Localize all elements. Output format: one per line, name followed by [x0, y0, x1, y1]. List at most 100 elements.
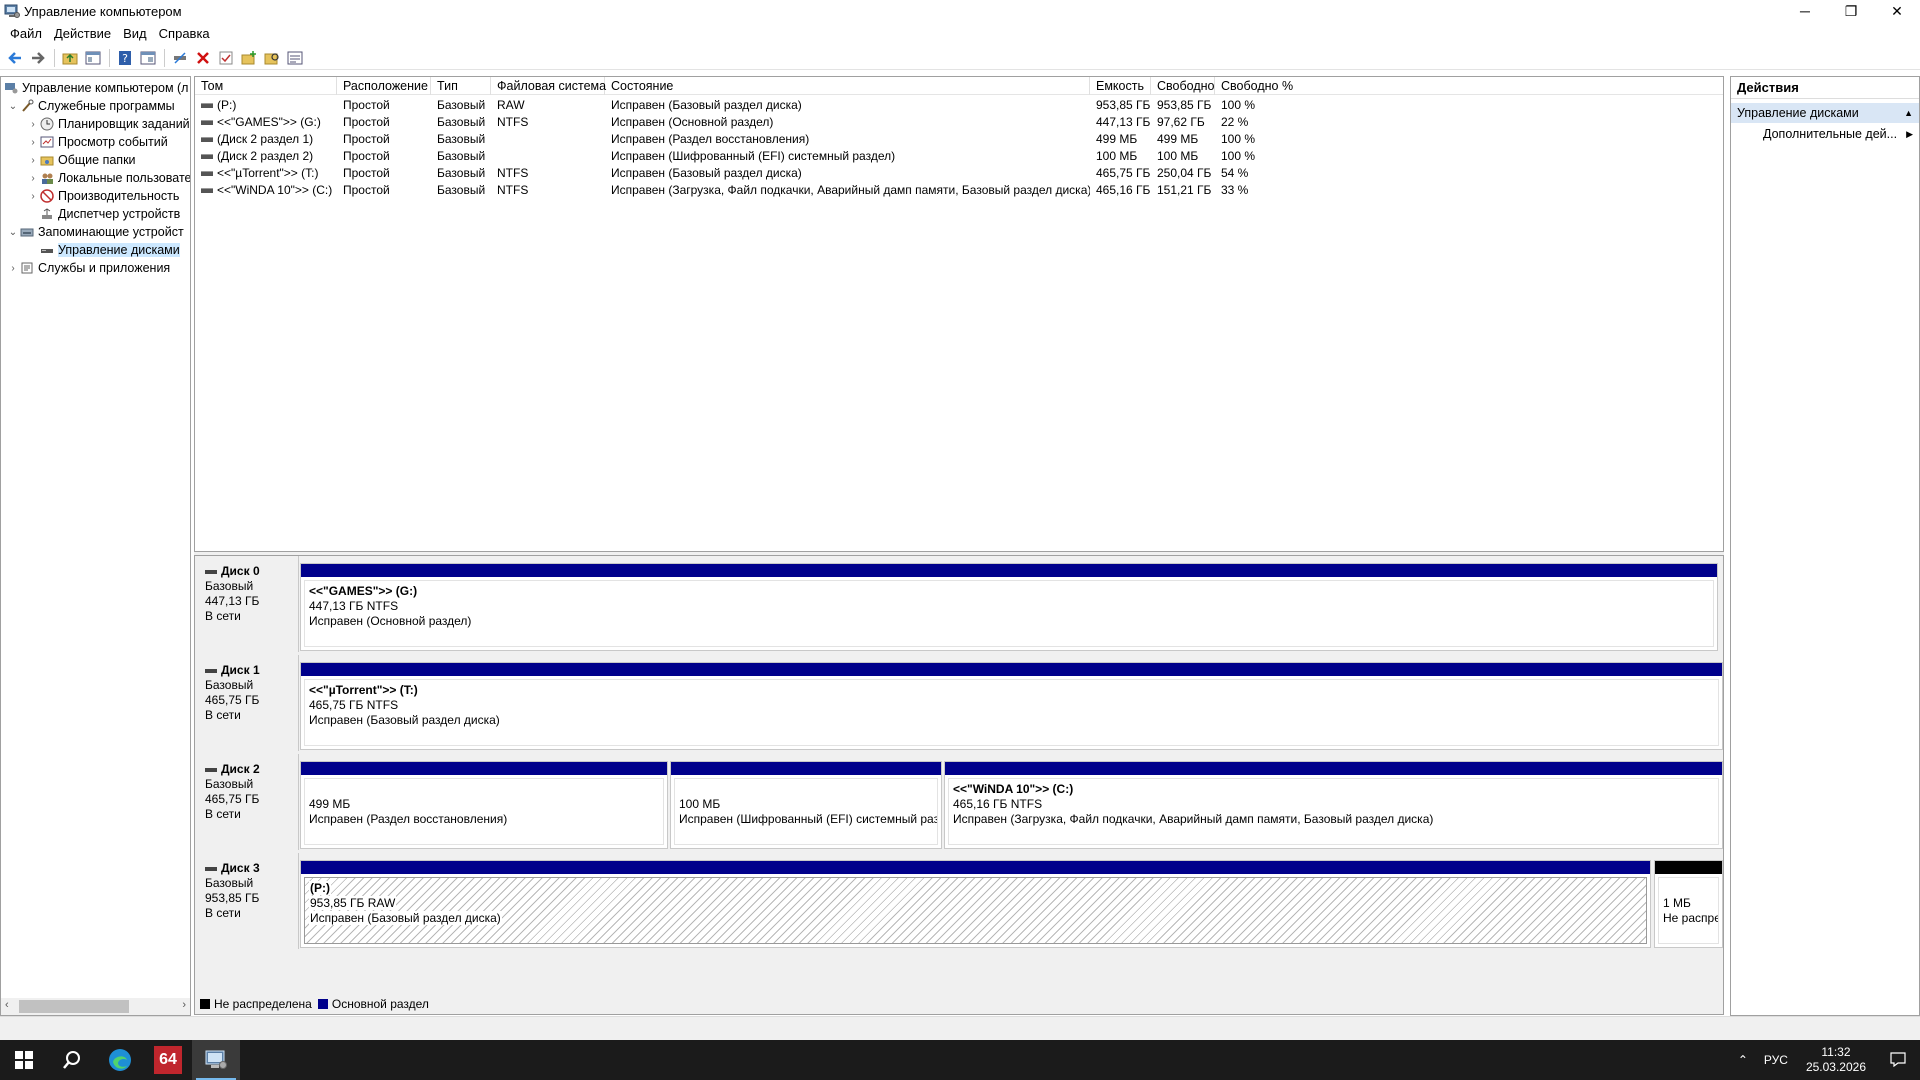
- cell-text: Исправен (Базовый раздел диска): [611, 98, 802, 112]
- cell-volume: (Диск 2 раздел 2): [195, 148, 337, 165]
- chevron-down-icon[interactable]: ⌄: [7, 101, 19, 112]
- notifications-icon[interactable]: [1876, 1051, 1920, 1070]
- unallocated-space[interactable]: 1 МБ Не распре: [1654, 860, 1723, 948]
- cell-free-percent: 22 %: [1215, 114, 1415, 131]
- disk-info[interactable]: Диск 2 Базовый 465,75 ГБ В сети: [195, 754, 299, 850]
- check-icon[interactable]: [215, 47, 237, 69]
- actions-section-disk-management[interactable]: Управление дисками ▲: [1731, 103, 1919, 123]
- cell-filesystem: NTFS: [491, 182, 605, 199]
- cell-free: 953,85 ГБ: [1151, 97, 1215, 114]
- volume-icon: [201, 103, 213, 109]
- aida64-taskbar-button[interactable]: 64: [144, 1040, 192, 1080]
- chevron-right-icon[interactable]: ›: [27, 173, 39, 184]
- disk-row: Диск 3 Базовый 953,85 ГБ В сети (P:) 953…: [195, 853, 1723, 949]
- new-folder-icon[interactable]: [238, 47, 260, 69]
- input-language[interactable]: РУС: [1756, 1053, 1796, 1067]
- chevron-right-icon[interactable]: ›: [27, 155, 39, 166]
- clock[interactable]: 11:32 25.03.2026: [1796, 1045, 1876, 1075]
- cell-text: Базовый: [437, 98, 486, 112]
- table-row[interactable]: (Диск 2 раздел 1) Простой Базовый Исправен …: [195, 131, 1723, 148]
- tree-item-performance[interactable]: › Производительность: [27, 187, 179, 205]
- search-folder-icon[interactable]: [261, 47, 283, 69]
- partition[interactable]: 100 МБ Исправен (Шифрованный (EFI) систе…: [670, 761, 942, 849]
- cell-text: 499 МБ: [1096, 132, 1138, 146]
- connect-icon[interactable]: [169, 47, 191, 69]
- menu-help[interactable]: Справка: [153, 26, 216, 41]
- tree-item-shared-folders[interactable]: › Общие папки: [27, 151, 135, 169]
- list-view-icon[interactable]: [284, 47, 306, 69]
- show-hide-tree-icon[interactable]: [82, 47, 104, 69]
- tree-item-task-scheduler[interactable]: › Планировщик заданий: [27, 115, 189, 133]
- chevron-down-icon[interactable]: ⌄: [7, 227, 19, 238]
- title-bar: Управление компьютером ─ ❐ ✕: [0, 0, 1920, 22]
- cell-text: <<"WiNDA 10">> (C:): [217, 183, 333, 197]
- cell-text: Базовый: [437, 115, 486, 129]
- maximize-button[interactable]: ❐: [1828, 0, 1874, 22]
- scrollbar-thumb[interactable]: [19, 1000, 129, 1013]
- column-header-status[interactable]: Состояние: [605, 77, 1090, 95]
- search-icon: [63, 1051, 80, 1069]
- show-hidden-icons-icon[interactable]: ⌃: [1730, 1053, 1756, 1067]
- cell-free-percent: 33 %: [1215, 182, 1415, 199]
- tree-item-services-apps[interactable]: › Службы и приложения: [7, 259, 170, 277]
- chevron-right-icon[interactable]: ›: [27, 137, 39, 148]
- tree-item-event-viewer[interactable]: › Просмотр событий: [27, 133, 167, 151]
- column-header-filesystem[interactable]: Файловая система: [491, 77, 606, 95]
- edge-taskbar-button[interactable]: [96, 1040, 144, 1080]
- help-icon[interactable]: ?: [114, 47, 136, 69]
- tree-item-disk-management[interactable]: Управление дисками: [27, 241, 180, 259]
- collapse-up-icon[interactable]: ▲: [1904, 103, 1913, 123]
- partition[interactable]: (P:) 953,85 ГБ RAW Исправен (Базовый раз…: [300, 860, 1651, 948]
- table-row[interactable]: <<"WiNDA 10">> (C:) Простой Базовый NTFS Исп…: [195, 182, 1723, 199]
- up-folder-icon[interactable]: [59, 47, 81, 69]
- scroll-right-icon[interactable]: ›: [182, 999, 186, 1011]
- forward-icon[interactable]: [27, 47, 49, 69]
- tree-item-computer-management[interactable]: Управление компьютером (л: [3, 79, 188, 97]
- menu-view[interactable]: Вид: [117, 26, 153, 41]
- partition[interactable]: <<"WiNDA 10">> (C:) 465,16 ГБ NTFS Испра…: [944, 761, 1723, 849]
- computer-management-taskbar-button[interactable]: [192, 1040, 240, 1080]
- column-header-free[interactable]: Свободно: [1151, 77, 1215, 95]
- cell-text: Исправен (Базовый раздел диска): [611, 166, 802, 180]
- chevron-right-icon[interactable]: ›: [27, 119, 39, 130]
- close-button[interactable]: ✕: [1874, 0, 1920, 22]
- table-row[interactable]: (Диск 2 раздел 2) Простой Базовый Исправен …: [195, 148, 1723, 165]
- back-icon[interactable]: [4, 47, 26, 69]
- system-tray: ⌃ РУС 11:32 25.03.2026: [1730, 1040, 1920, 1080]
- chevron-right-icon[interactable]: ›: [7, 263, 19, 274]
- cell-text: 33 %: [1221, 183, 1249, 197]
- partition-size: 1 МБ: [1663, 896, 1691, 910]
- properties-pane-icon[interactable]: [137, 47, 159, 69]
- disk-info[interactable]: Диск 3 Базовый 953,85 ГБ В сети: [195, 853, 299, 949]
- minimize-button[interactable]: ─: [1782, 0, 1828, 22]
- table-row[interactable]: <<"µTorrent">> (T:) Простой Базовый NTFS Исп…: [195, 165, 1723, 182]
- tree-item-storage[interactable]: ⌄ Запоминающие устройст: [7, 223, 184, 241]
- tree-item-local-users[interactable]: › Локальные пользовате: [27, 169, 190, 187]
- menu-file[interactable]: Файл: [4, 26, 48, 41]
- cell-free-percent: 100 %: [1215, 131, 1415, 148]
- cell-volume: <<"WiNDA 10">> (C:): [195, 182, 337, 199]
- partition[interactable]: <<"GAMES">> (G:) 447,13 ГБ NTFS Исправен…: [300, 563, 1718, 651]
- actions-more-item[interactable]: Дополнительные дей... ▶: [1731, 123, 1919, 145]
- delete-icon[interactable]: [192, 47, 214, 69]
- tree-horizontal-scrollbar[interactable]: ‹ ›: [1, 998, 190, 1015]
- column-header-capacity[interactable]: Емкость: [1090, 77, 1151, 95]
- column-header-layout[interactable]: Расположение: [337, 77, 431, 95]
- partition[interactable]: 499 МБ Исправен (Раздел восстановления): [300, 761, 668, 849]
- tree-item-device-manager[interactable]: Диспетчер устройств: [27, 205, 180, 223]
- column-header-type[interactable]: Тип: [431, 77, 491, 95]
- start-button[interactable]: [0, 1040, 48, 1080]
- menu-action[interactable]: Действие: [48, 26, 117, 41]
- search-button[interactable]: [48, 1040, 96, 1080]
- disk-info[interactable]: Диск 0 Базовый 447,13 ГБ В сети: [195, 556, 299, 652]
- chevron-right-icon[interactable]: ›: [27, 191, 39, 202]
- disk-info[interactable]: Диск 1 Базовый 465,75 ГБ В сети: [195, 655, 299, 751]
- column-header-volume[interactable]: Том: [195, 77, 337, 95]
- partition[interactable]: <<"µTorrent">> (T:) 465,75 ГБ NTFS Испра…: [300, 662, 1723, 750]
- tree-item-system-tools[interactable]: ⌄ Служебные программы: [7, 97, 175, 115]
- scroll-left-icon[interactable]: ‹: [5, 999, 9, 1011]
- partition-state: Не распре: [1663, 911, 1719, 925]
- table-row[interactable]: (P:) Простой Базовый RAW Исправен (Базовый р…: [195, 97, 1723, 114]
- table-row[interactable]: <<"GAMES">> (G:) Простой Базовый NTFS Исправ…: [195, 114, 1723, 131]
- column-header-free-percent[interactable]: Свободно %: [1215, 77, 1723, 95]
